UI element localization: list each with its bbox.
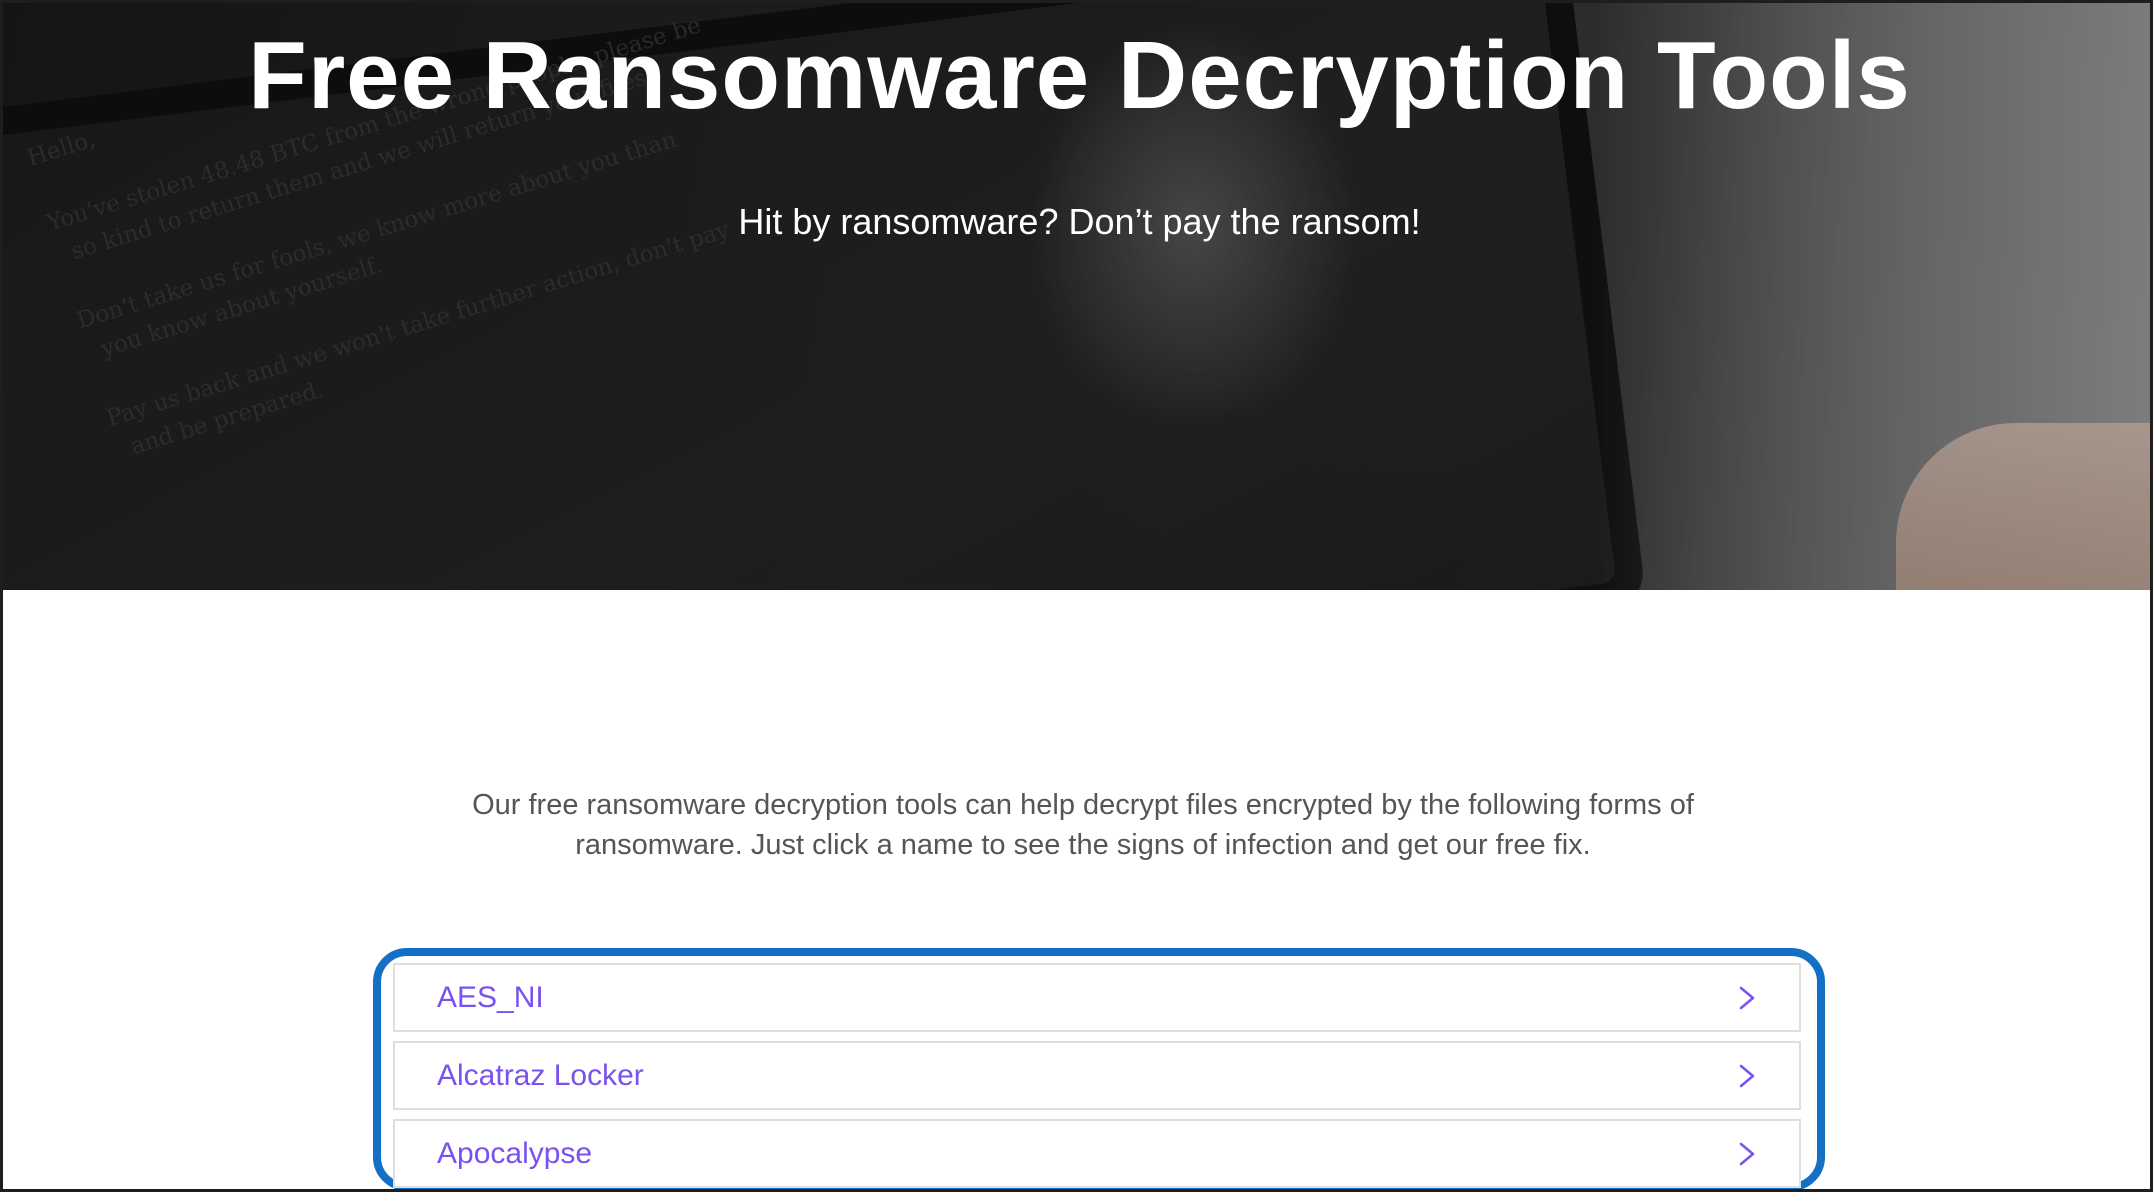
- page-title: Free Ransomware Decryption Tools: [248, 22, 1911, 129]
- tool-link-alcatraz-locker[interactable]: Alcatraz Locker: [437, 1057, 644, 1095]
- list-item-aes-ni[interactable]: AES_NI: [393, 963, 1801, 1032]
- intro-line-1: Our free ransomware decryption tools can…: [472, 789, 1694, 821]
- chevron-right-icon[interactable]: [1733, 1063, 1759, 1089]
- tool-link-apocalypse[interactable]: Apocalypse: [437, 1135, 592, 1173]
- hero-subtitle: Hit by ransomware? Don’t pay the ransom!: [738, 201, 1421, 242]
- chevron-right-icon[interactable]: [1733, 1141, 1759, 1167]
- tool-link-aes-ni[interactable]: AES_NI: [437, 979, 544, 1017]
- intro-text: Our free ransomware decryption tools can…: [283, 785, 1883, 865]
- ransomware-tool-list: AES_NI Alcatraz Locker Apocalypse: [393, 963, 1801, 1189]
- intro-line-2: ransomware. Just click a name to see the…: [575, 829, 1591, 861]
- page-frame: Hello, You've stolen 48.48 BTC from the …: [0, 0, 2153, 1192]
- list-item-alcatraz-locker[interactable]: Alcatraz Locker: [393, 1041, 1801, 1110]
- hero-banner: Hello, You've stolen 48.48 BTC from the …: [3, 3, 2150, 590]
- chevron-right-icon[interactable]: [1733, 985, 1759, 1011]
- list-item-apocalypse[interactable]: Apocalypse: [393, 1119, 1801, 1188]
